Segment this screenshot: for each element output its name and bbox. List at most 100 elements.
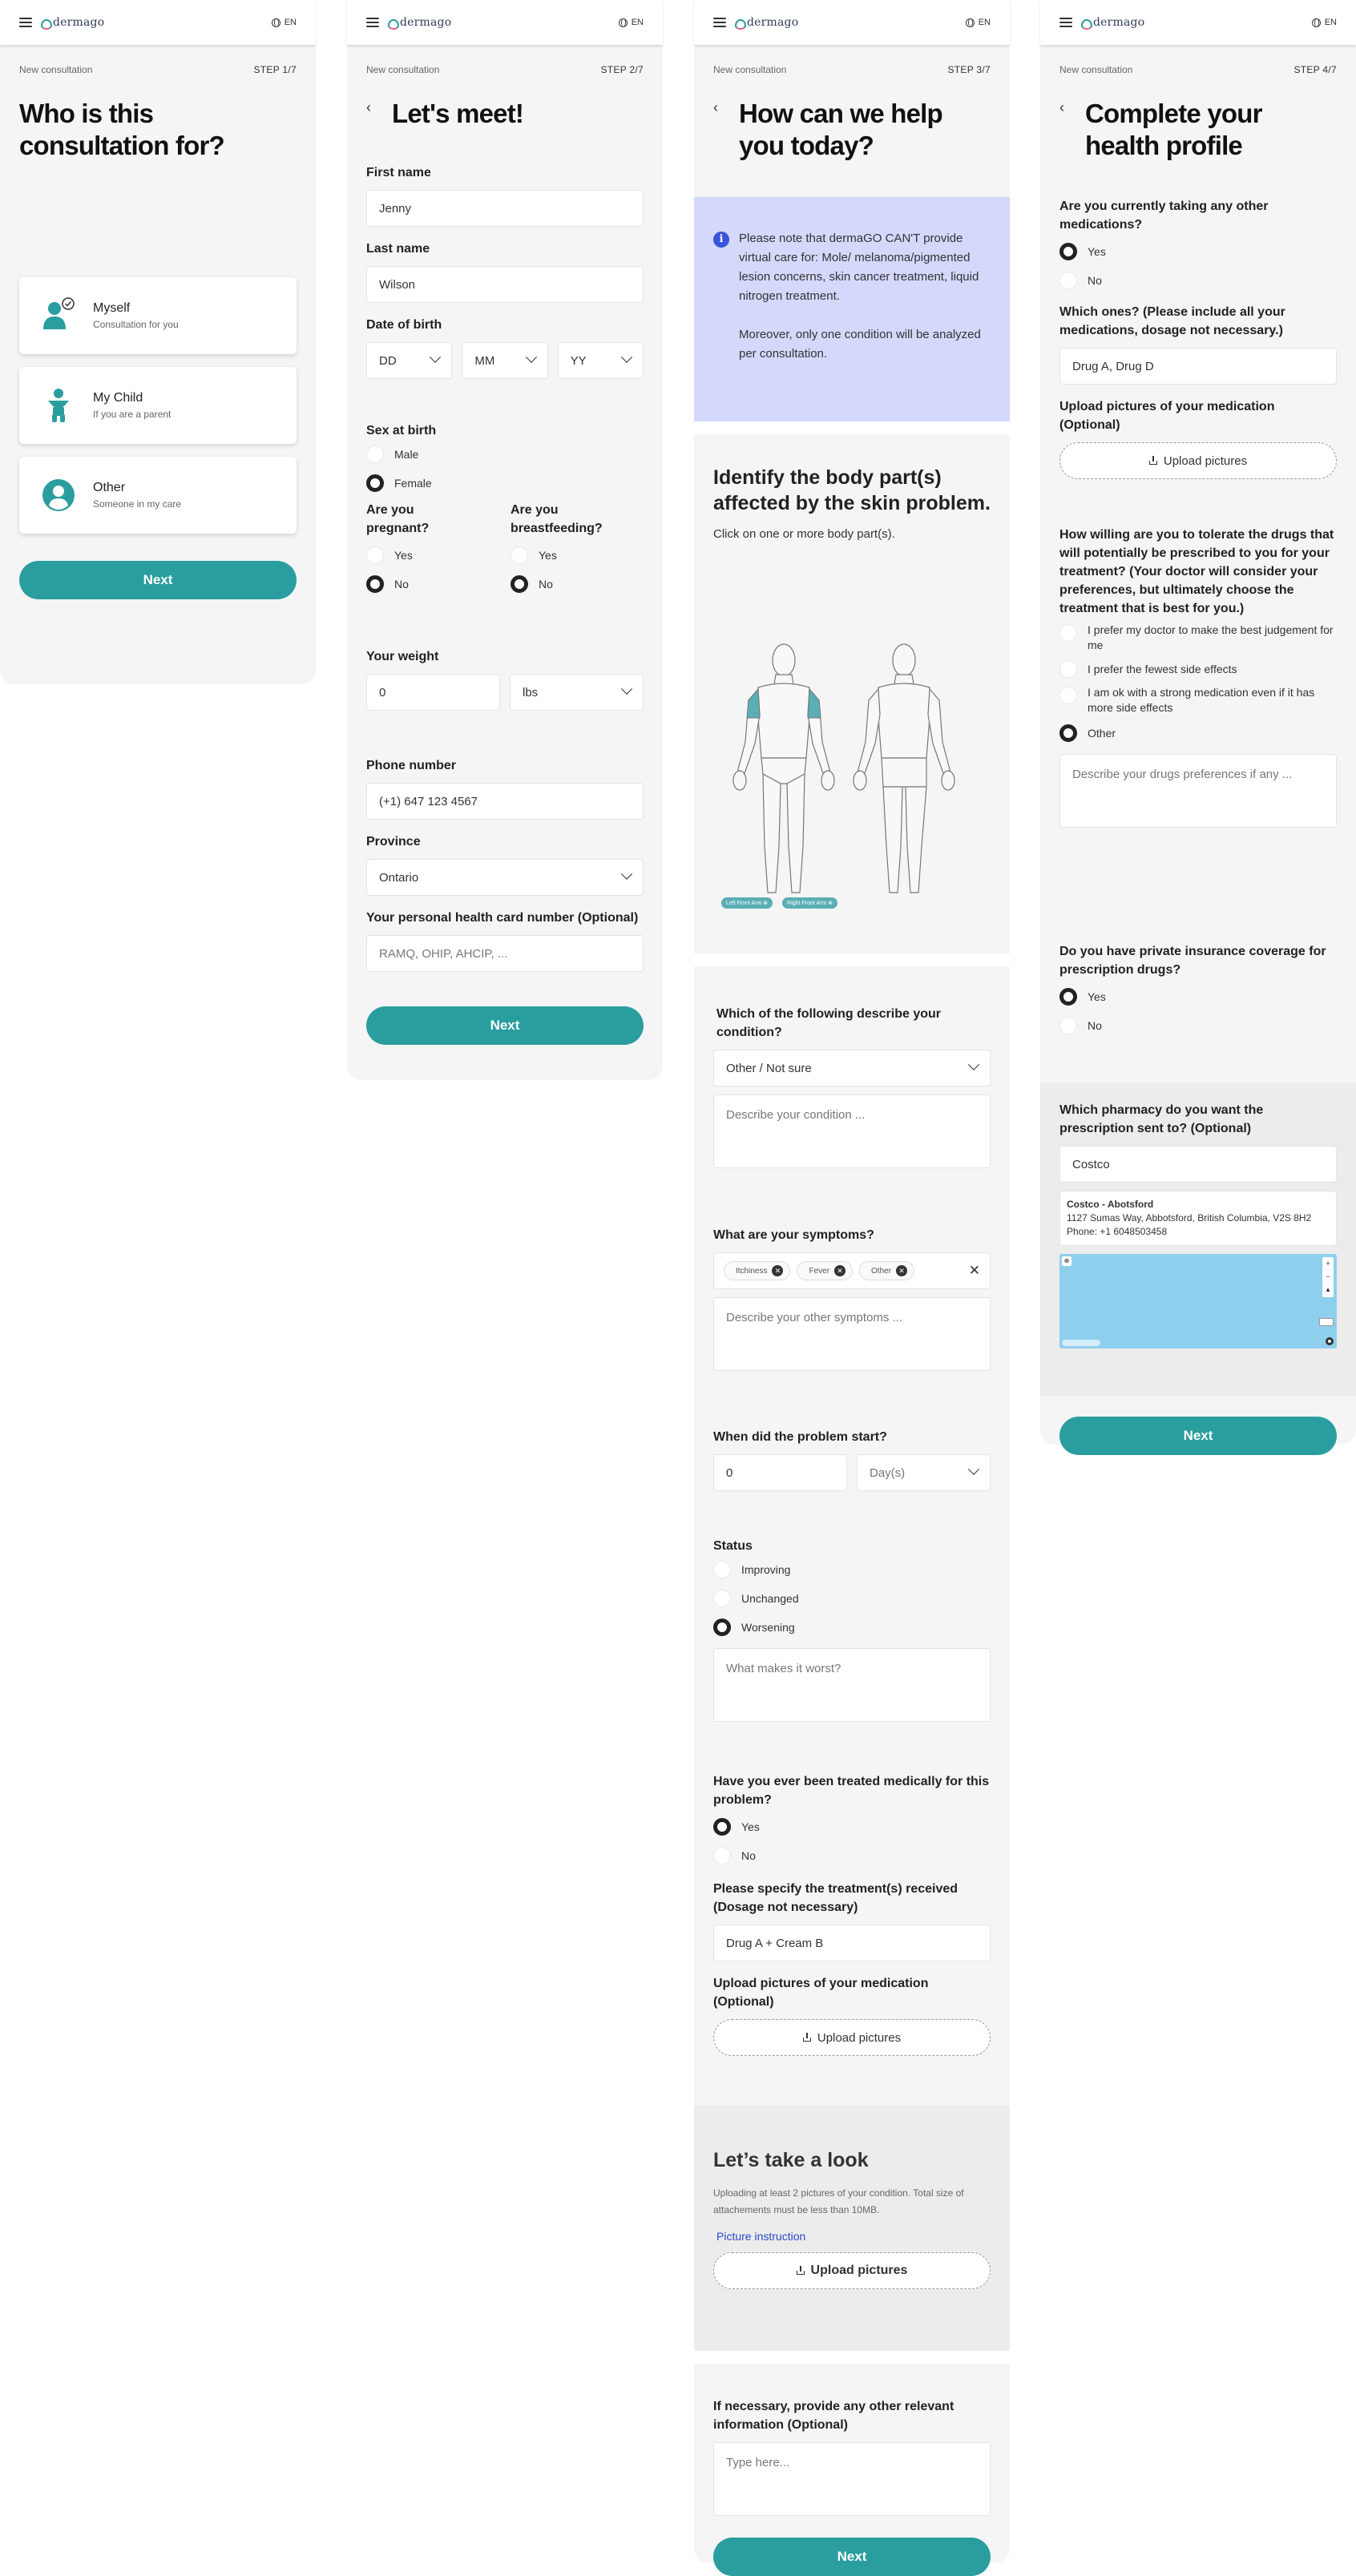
screen-step-2: dermago EN New consultation STEP 2/7 ‹ Let… — [347, 0, 663, 1080]
which-medications-input[interactable]: Drug A, Drug D — [1059, 348, 1337, 385]
menu-icon[interactable] — [713, 18, 726, 27]
brand-logo[interactable]: dermago — [40, 16, 104, 30]
remove-icon[interactable]: ✕ — [772, 1265, 784, 1276]
symptom-chip[interactable]: Other ✕ — [859, 1261, 915, 1280]
top-bar: dermago EN — [1040, 0, 1356, 45]
upload-medication-button[interactable]: Upload pictures — [1059, 442, 1337, 479]
chevron-down-icon — [967, 1058, 980, 1070]
pharmacy-map[interactable]: ⊕ + − ▴ — [1059, 1254, 1337, 1348]
selected-tag-left-arm[interactable]: Left Front Arm ⊗ — [721, 897, 773, 909]
language-selector[interactable]: EN — [1311, 18, 1337, 27]
health-card-input[interactable]: RAMQ, OHIP, AHCIP, ... — [366, 935, 644, 972]
divider — [694, 953, 1010, 966]
remove-icon[interactable]: ✕ — [834, 1265, 846, 1276]
treatment-input[interactable]: Drug A + Cream B — [713, 1925, 991, 1961]
right-front-arm-selected[interactable] — [807, 687, 821, 719]
other-info-input[interactable]: Type here... — [713, 2442, 991, 2516]
radio-worsening[interactable]: Worsening — [713, 1613, 991, 1642]
symptom-chip[interactable]: Fever ✕ — [797, 1261, 854, 1280]
radio-female[interactable]: Female — [366, 469, 644, 498]
phone-input[interactable]: (+1) 647 123 4567 — [366, 783, 644, 820]
start-unit-select[interactable]: Day(s) — [857, 1454, 991, 1491]
option-other[interactable]: Other Someone in my care — [19, 457, 297, 534]
map-zoom-controls[interactable]: + − ▴ — [1322, 1257, 1334, 1297]
upload-icon — [1148, 456, 1157, 465]
next-button[interactable]: Next — [19, 561, 297, 599]
dob-month-select[interactable]: MM — [462, 342, 548, 379]
symptoms-multiselect[interactable]: Itchiness ✕ Fever ✕ Other ✕ ✕ — [713, 1252, 991, 1289]
clear-all-icon[interactable]: ✕ — [969, 1263, 980, 1279]
radio-pregnant-yes[interactable]: Yes — [366, 541, 511, 570]
upload-icon — [796, 2266, 805, 2275]
menu-icon[interactable] — [19, 18, 32, 27]
radio-tolerate-other[interactable]: Other — [1059, 719, 1337, 748]
radio-breastfeeding-yes[interactable]: Yes — [511, 541, 623, 570]
next-button[interactable]: Next — [1059, 1417, 1337, 1455]
back-arrow-icon[interactable]: ‹ — [366, 99, 377, 130]
radio-unchanged[interactable]: Unchanged — [713, 1584, 991, 1613]
language-selector[interactable]: EN — [271, 18, 297, 27]
remove-icon[interactable]: ✕ — [896, 1265, 908, 1276]
radio-insurance-yes[interactable]: Yes — [1059, 982, 1337, 1011]
condition-description-input[interactable]: Describe your condition ... — [713, 1094, 991, 1168]
menu-icon[interactable] — [1059, 18, 1072, 27]
info-icon: i — [713, 232, 729, 248]
pharmacy-result-card[interactable]: Costco - Abotsford 1127 Sumas Way, Abbot… — [1059, 1191, 1337, 1246]
other-symptoms-input[interactable]: Describe your other symptoms ... — [713, 1297, 991, 1371]
upload-medication-button[interactable]: Upload pictures — [713, 2019, 991, 2056]
look-title: Let’s take a look — [713, 2149, 869, 2171]
back-arrow-icon[interactable]: ‹ — [1059, 99, 1071, 162]
brand-logo[interactable]: dermago — [387, 16, 451, 30]
notice-text-1: Please note that dermaGO CAN'T provide v… — [739, 232, 979, 303]
option-my-child[interactable]: My Child If you are a parent — [19, 367, 297, 444]
selected-tag-right-arm[interactable]: Right Front Arm ⊗ — [782, 897, 837, 909]
left-front-arm-selected[interactable] — [746, 687, 761, 719]
map-locate-icon[interactable] — [1326, 1337, 1334, 1345]
user-circle-icon — [42, 479, 75, 511]
language-selector[interactable]: EN — [618, 18, 644, 27]
province-select[interactable]: Ontario — [366, 859, 644, 896]
radio-tolerate-strong[interactable]: I am ok with a strong medication even if… — [1059, 683, 1337, 717]
menu-icon[interactable] — [366, 18, 379, 27]
radio-meds-no[interactable]: No — [1059, 266, 1337, 295]
option-myself[interactable]: Myself Consultation for you — [19, 277, 297, 354]
drug-preferences-input[interactable]: Describe your drugs preferences if any .… — [1059, 754, 1337, 828]
dob-year-select[interactable]: YY — [557, 342, 644, 379]
page-title: Who is this consultation for? — [19, 99, 225, 160]
condition-select[interactable]: Other / Not sure — [713, 1050, 991, 1086]
radio-improving[interactable]: Improving — [713, 1555, 991, 1584]
radio-male[interactable]: Male — [366, 440, 644, 469]
start-value-input[interactable]: 0 — [713, 1454, 847, 1491]
picture-instruction-link[interactable]: Picture instruction — [713, 2230, 991, 2243]
radio-tolerate-fewest[interactable]: I prefer the fewest side effects — [1059, 655, 1337, 683]
radio-treated-yes[interactable]: Yes — [713, 1812, 991, 1841]
symptom-chip[interactable]: Itchiness ✕ — [724, 1261, 791, 1280]
next-button[interactable]: Next — [713, 2538, 991, 2576]
first-name-input[interactable]: Jenny — [366, 190, 644, 227]
upload-condition-button[interactable]: Upload pictures — [713, 2252, 991, 2289]
language-selector[interactable]: EN — [965, 18, 991, 27]
last-name-input[interactable]: Wilson — [366, 266, 644, 303]
radio-pregnant-no[interactable]: No — [366, 570, 511, 599]
map-settings-icon[interactable]: ⊕ — [1062, 1256, 1071, 1266]
radio-meds-yes[interactable]: Yes — [1059, 237, 1337, 266]
radio-treated-no[interactable]: No — [713, 1841, 991, 1870]
brand-logo[interactable]: dermago — [734, 16, 798, 30]
dob-day-select[interactable]: DD — [366, 342, 453, 379]
screen-step-4: dermago EN New consultation STEP 4/7 ‹ Com… — [1040, 0, 1356, 1455]
upload-medication-label: Upload pictures of your medication (Opti… — [1059, 400, 1275, 432]
radio-breastfeeding-no[interactable]: No — [511, 570, 623, 599]
pharmacy-search-input[interactable]: Costco — [1059, 1146, 1337, 1183]
heart-logo-icon — [387, 18, 399, 30]
body-map[interactable] — [723, 638, 963, 934]
back-arrow-icon[interactable]: ‹ — [713, 99, 724, 162]
radio-insurance-no[interactable]: No — [1059, 1011, 1337, 1040]
weight-unit-select[interactable]: lbs — [510, 674, 644, 711]
worsening-reason-input[interactable]: What makes it worst? — [713, 1648, 991, 1722]
weight-input[interactable]: 0 — [366, 674, 500, 711]
brand-logo[interactable]: dermago — [1080, 16, 1144, 30]
radio-tolerate-doctor[interactable]: I prefer my doctor to make the best judg… — [1059, 618, 1337, 651]
next-button[interactable]: Next — [366, 1006, 644, 1045]
form-panel: New consultation STEP 4/7 ‹ Complete your … — [1040, 45, 1356, 1455]
top-bar: dermago EN — [347, 0, 663, 45]
